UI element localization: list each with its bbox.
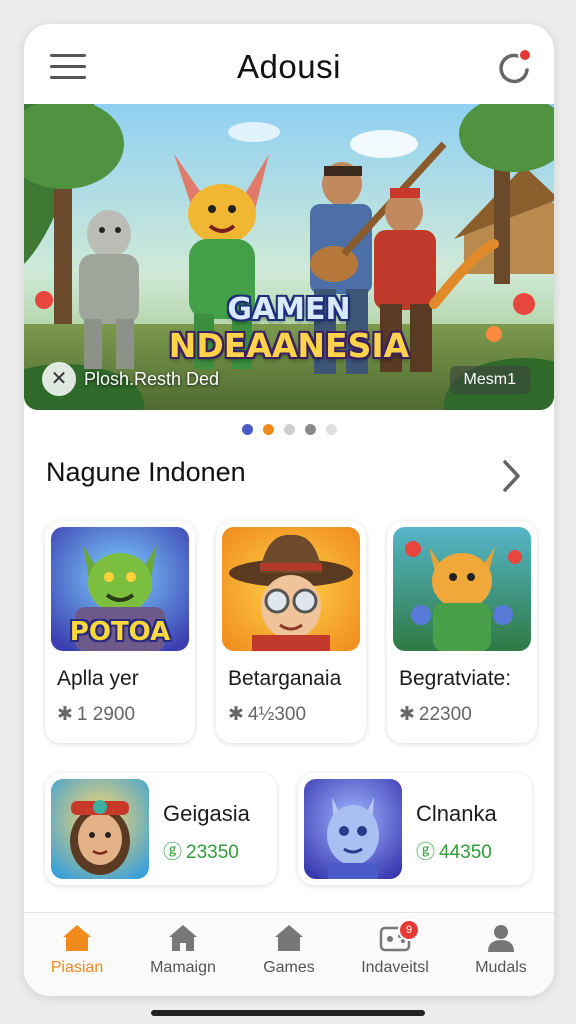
game-name: Aplla yer <box>57 667 139 690</box>
nav-label: Indaveitsl <box>361 959 429 976</box>
game-stat-value: 22300 <box>418 704 472 725</box>
game-thumbnail-blue-hero <box>304 779 402 879</box>
nav-label: Mudals <box>475 959 527 976</box>
phone-screen: Adousi GAMEN NDEAANESIA ✕ Plosh.Resth De… <box>24 24 554 996</box>
game-stat-value: 23350 <box>186 842 239 863</box>
game-stat-value: 1 2900 <box>76 704 136 725</box>
home-indicator[interactable] <box>151 1010 425 1016</box>
refresh-notification-icon[interactable] <box>494 48 534 88</box>
game-name: Betarganaia <box>228 667 342 690</box>
app-title: Adousi <box>237 48 341 85</box>
puzzle-icon: ✱ <box>228 704 244 725</box>
nav-item-games[interactable]: Games <box>236 923 342 987</box>
nav-item-profile[interactable]: Mudals <box>448 923 554 987</box>
game-name: Clnanka <box>416 801 497 826</box>
nav-label: Piasian <box>50 959 104 976</box>
game-card-5[interactable]: Clnanka ⓖ 44350 <box>298 773 532 885</box>
home-icon <box>63 925 91 951</box>
puzzle-icon: ✱ <box>57 704 73 725</box>
carousel-dot-3[interactable] <box>283 424 295 435</box>
hero-banner[interactable]: GAMEN NDEAANESIA ✕ Plosh.Resth Ded Mesm1 <box>24 104 554 410</box>
game-stat: ⓖ 44350 <box>416 837 492 864</box>
game-stat: ✱ 22300 <box>399 703 472 726</box>
game-stat: ✱ 1 2900 <box>57 703 135 726</box>
person-icon <box>488 925 514 952</box>
banner-title-line2: NDEAANESIA <box>168 326 410 365</box>
nav-item-campaign[interactable]: Mamaign <box>130 923 236 987</box>
game-card-3[interactable]: Begratviate: ✱ 22300 <box>387 521 537 743</box>
nav-item-home[interactable]: Piasian <box>24 923 130 987</box>
game-card-1[interactable]: POTOA Aplla yer ✱ 1 2900 <box>45 521 195 743</box>
game-thumbnail-goblin: POTOA <box>51 527 189 651</box>
chevron-right-icon[interactable] <box>496 458 526 494</box>
banner-chip-button[interactable]: Mesm1 <box>449 366 530 394</box>
section-title: Nagune Indonen <box>46 457 246 487</box>
game-thumbnail-explorer <box>222 527 360 651</box>
home-icon <box>169 925 197 951</box>
download-icon: ⓖ <box>416 842 436 863</box>
game-stat-value: 44350 <box>439 842 492 863</box>
game-card-2[interactable]: Betarganaia ✱ 4½300 <box>216 521 366 743</box>
carousel-dots <box>24 424 554 435</box>
nav-label: Mamaign <box>150 959 216 976</box>
game-stat-value: 4½300 <box>247 704 307 725</box>
download-icon: ⓖ <box>163 842 183 863</box>
home-icon <box>275 925 303 951</box>
game-thumbnail-lion <box>393 527 531 651</box>
carousel-dot-2[interactable] <box>262 424 274 435</box>
game-name: Geigasia <box>163 801 250 826</box>
game-card-4[interactable]: Geigasia ⓖ 23350 <box>45 773 277 885</box>
bottom-navigation: Piasian Mamaign Games 9 Indaveitsl Mudal… <box>24 912 554 996</box>
nav-label: Games <box>263 959 315 976</box>
game-name: Begratviate: <box>399 667 512 690</box>
carousel-dot-4[interactable] <box>304 424 316 435</box>
notification-dot <box>518 48 532 62</box>
carousel-dot-5[interactable] <box>325 424 337 435</box>
carousel-dot-1[interactable] <box>241 424 253 435</box>
game-thumbnail-warrior <box>51 779 149 879</box>
puzzle-icon: ✱ <box>399 704 415 725</box>
nav-item-inbox[interactable]: 9 Indaveitsl <box>342 919 448 987</box>
banner-caption: Plosh.Resth Ded <box>84 369 220 389</box>
game-stat: ✱ 4½300 <box>228 703 306 726</box>
notification-badge: 9 <box>398 919 420 941</box>
app-header: Adousi <box>24 24 554 104</box>
banner-title-line1: GAMEN <box>227 292 351 327</box>
close-icon[interactable]: ✕ <box>42 362 76 396</box>
thumbnail-logo-text: POTOA <box>69 617 171 647</box>
game-stat: ⓖ 23350 <box>163 837 239 864</box>
